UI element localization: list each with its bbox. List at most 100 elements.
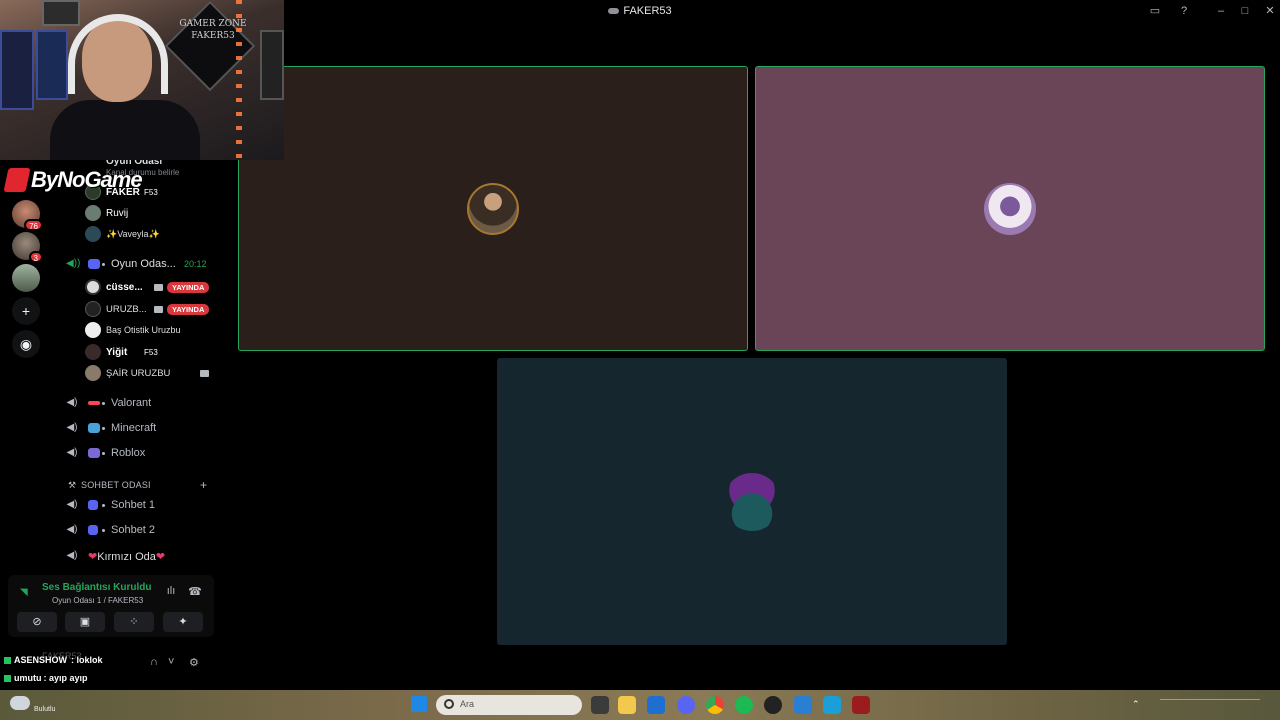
add-server-button[interactable]: +: [12, 297, 40, 325]
minecraft-icon: [88, 423, 100, 433]
sparkle-icon: [88, 500, 98, 510]
headset: [68, 14, 168, 94]
chevron-down-icon[interactable]: ˅: [168, 656, 180, 668]
speaker-icon: ◀): [66, 447, 78, 458]
voice-user[interactable]: ŞAİR URUZBU: [52, 363, 222, 383]
call-timer: 20:12: [184, 259, 207, 269]
server-icon-3[interactable]: [12, 264, 40, 292]
voice-channel-minecraft[interactable]: ◀) Minecraft: [52, 418, 222, 438]
voice-user[interactable]: URUZB... YAYINDA: [52, 299, 222, 319]
roblox-icon: [88, 448, 100, 458]
camera-icon: [154, 284, 163, 291]
search-input[interactable]: [436, 695, 582, 715]
tray-icon[interactable]: ⌃: [1132, 699, 1142, 709]
voice-channel-sohbet-1[interactable]: ◀) Sohbet 1: [52, 495, 222, 515]
steam-icon[interactable]: [764, 696, 782, 714]
close-icon[interactable]: ✕: [1262, 3, 1278, 19]
maximize-icon[interactable]: □: [1237, 3, 1253, 19]
server-icon-1[interactable]: 76: [12, 200, 43, 231]
system-tray[interactable]: [1160, 699, 1260, 709]
app-icon[interactable]: [823, 696, 841, 714]
webcam-overlay: GAMER ZONE FAKER53: [0, 0, 284, 160]
chrome-icon[interactable]: [706, 696, 724, 714]
weather-text: Bulutlu: [34, 706, 56, 713]
task-view-icon[interactable]: [591, 696, 609, 714]
inbox-icon[interactable]: ▭: [1147, 3, 1163, 19]
unread-badge: 76: [24, 219, 43, 231]
help-icon[interactable]: ?: [1176, 3, 1192, 19]
live-badge: YAYINDA: [167, 282, 210, 293]
voice-user[interactable]: cüsse... YAYINDA: [52, 277, 222, 297]
soundboard-button[interactable]: ✦: [163, 612, 203, 632]
spotify-icon[interactable]: [735, 696, 753, 714]
wall-poster: [0, 30, 34, 110]
chat-message: ASENSHOW: loklok: [4, 655, 103, 665]
speaker-icon: ◀): [66, 524, 78, 535]
camera-off-icon: ⊘: [32, 616, 42, 628]
category-header[interactable]: ⚒ SOHBET ODASI +: [52, 475, 222, 495]
store-icon[interactable]: [647, 696, 665, 714]
voice-channel-sohbet-2[interactable]: ◀) Sohbet 2: [52, 520, 222, 540]
avatar: [85, 365, 101, 381]
discord-icon: [608, 8, 620, 15]
avatar: [85, 226, 101, 242]
avatar: [723, 472, 781, 531]
bynogame-logo: ByNoGame: [3, 166, 143, 194]
voice-user[interactable]: Baş Otistik Uruzbu: [52, 320, 222, 340]
avatar: [467, 182, 519, 235]
search-placeholder: Ara: [460, 699, 475, 709]
voice-channel-active[interactable]: ◀)) Oyun Odas... 20:12: [52, 254, 222, 274]
voice-channel-roblox[interactable]: ◀) Roblox: [52, 443, 222, 463]
video-tile[interactable]: [755, 66, 1265, 351]
server-icon-2[interactable]: 3: [12, 232, 43, 263]
noise-suppression-icon[interactable]: ılı: [164, 585, 178, 599]
unread-badge: 3: [28, 251, 43, 263]
voice-channel-valorant[interactable]: ◀) Valorant: [52, 393, 222, 413]
discord-icon[interactable]: [677, 696, 695, 714]
voice-user[interactable]: Yiğit F53: [52, 342, 222, 362]
voice-connection-panel: ◥ Ses Bağlantısı Kuruldu Oyun Odası 1 / …: [8, 575, 214, 637]
file-explorer-icon[interactable]: [618, 696, 636, 714]
wall-poster: [42, 0, 80, 26]
camera-icon: [200, 370, 209, 377]
headphones-icon[interactable]: ∩: [150, 656, 162, 668]
wall-poster: [36, 30, 68, 100]
heart-icon: ❤: [88, 550, 98, 563]
avatar: [85, 322, 101, 338]
avatar: [85, 301, 101, 317]
separator-dot: [102, 503, 105, 507]
camera-icon: [154, 306, 163, 313]
minimize-icon[interactable]: –: [1213, 3, 1229, 19]
screen-share-button[interactable]: ▣: [65, 612, 105, 632]
voice-user[interactable]: Ruvij: [52, 203, 222, 223]
soundboard-icon: ✦: [178, 616, 188, 628]
gamepad-icon: [88, 259, 100, 269]
avatar: [85, 205, 101, 221]
add-channel-icon[interactable]: +: [200, 478, 207, 492]
video-tile[interactable]: [497, 358, 1007, 645]
discover-icon[interactable]: ◉: [12, 330, 40, 358]
valorant-icon: [88, 401, 100, 405]
voice-status[interactable]: Ses Bağlantısı Kuruldu: [42, 582, 151, 593]
weather-icon[interactable]: [10, 696, 30, 710]
separator-dot: [102, 401, 105, 405]
settings-icon[interactable]: ⚙: [189, 656, 201, 669]
photos-icon[interactable]: [794, 696, 812, 714]
bynogame-logo-mark: [3, 168, 31, 192]
camera-off-button[interactable]: ⊘: [17, 612, 57, 632]
speaker-icon: ◀): [66, 422, 78, 433]
app-icon[interactable]: [852, 696, 870, 714]
disconnect-icon[interactable]: ☎: [188, 585, 202, 599]
video-tile[interactable]: [238, 66, 748, 351]
avatar: [85, 344, 101, 360]
signal-icon[interactable]: ◥: [20, 587, 32, 599]
voice-channel-path[interactable]: Oyun Odası 1 / FAKER53: [52, 596, 143, 605]
speaker-icon: ◀): [66, 499, 78, 510]
voice-channel-kirmizi-oda[interactable]: ◀) ❤Kırmızı Oda❤: [52, 546, 222, 566]
activities-button[interactable]: ⁘: [114, 612, 154, 632]
avatar: [984, 182, 1036, 235]
voice-user[interactable]: ✨Vaveyla✨: [52, 224, 222, 244]
chat-message: umutu: ayıp ayıp: [4, 673, 88, 683]
separator-dot: [102, 528, 105, 532]
start-button[interactable]: [411, 696, 427, 712]
